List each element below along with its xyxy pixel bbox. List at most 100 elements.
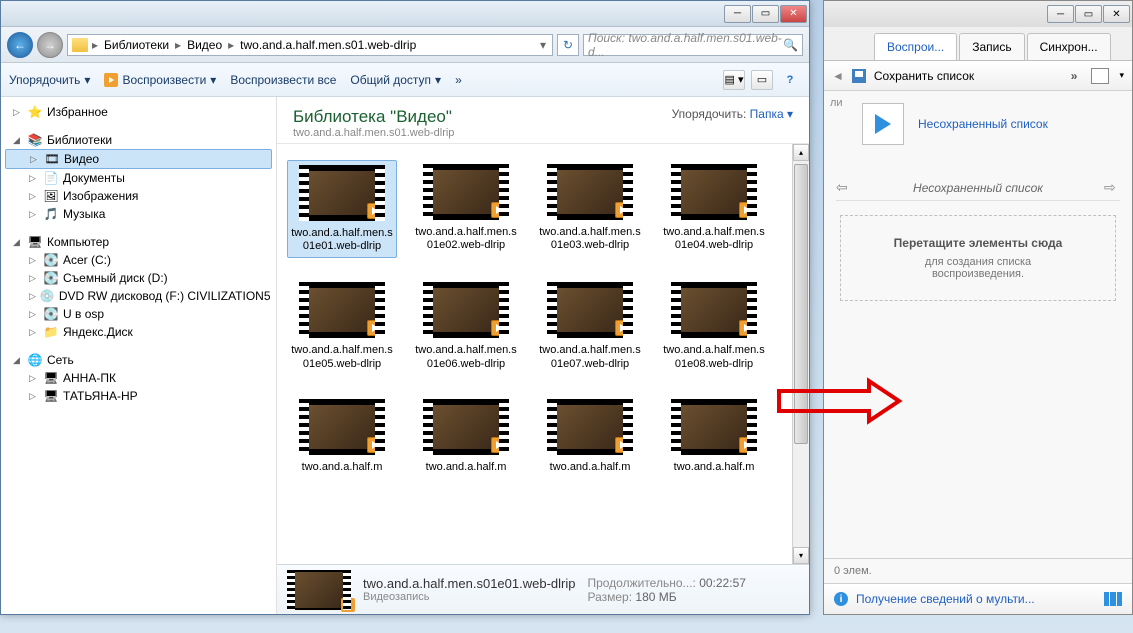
breadcrumb[interactable]: ▸ Библиотеки ▸ Видео ▸ two.and.a.half.me… bbox=[67, 34, 553, 56]
tree-video[interactable]: ▷🎞Видео bbox=[5, 149, 272, 169]
tree-documents[interactable]: ▷📄Документы bbox=[5, 169, 272, 187]
play-all-button[interactable]: Воспроизвести все bbox=[230, 73, 336, 87]
unsaved-list-link[interactable]: Несохраненный список bbox=[918, 117, 1048, 131]
save-icon bbox=[852, 69, 866, 83]
video-thumbnail bbox=[423, 164, 509, 220]
sort-control[interactable]: Упорядочить: Папка ▾ bbox=[672, 107, 793, 139]
more-button[interactable]: » bbox=[1071, 69, 1078, 83]
clear-list-button[interactable] bbox=[1091, 68, 1109, 84]
play-overlay-icon bbox=[615, 437, 631, 453]
maximize-button[interactable]: ▭ bbox=[752, 5, 779, 23]
player-footer: i Получение сведений о мульти... bbox=[824, 583, 1132, 614]
file-name: two.and.a.half.men.s01e04.web-dlrip bbox=[661, 226, 767, 252]
status-duration: 00:22:57 bbox=[699, 576, 746, 590]
video-thumbnail bbox=[671, 282, 757, 338]
file-name: two.and.a.half.men.s01e08.web-dlrip bbox=[661, 344, 767, 370]
scrollbar[interactable]: ▴ ▾ bbox=[792, 144, 809, 564]
file-item[interactable]: two.and.a.half.m bbox=[535, 395, 645, 478]
organize-button[interactable]: Упорядочить ▾ bbox=[9, 73, 90, 87]
preview-pane-button[interactable]: ▭ bbox=[751, 70, 773, 90]
scroll-thumb[interactable] bbox=[794, 164, 808, 444]
maximize-button[interactable]: ▭ bbox=[1075, 5, 1102, 23]
breadcrumb-seg[interactable]: two.and.a.half.men.s01.web-dlrip bbox=[238, 38, 418, 52]
view-button[interactable]: ▤ ▾ bbox=[723, 70, 745, 90]
file-item[interactable]: two.and.a.half.men.s01e01.web-dlrip bbox=[287, 160, 397, 258]
refresh-button[interactable]: ↻ bbox=[557, 34, 579, 56]
tree-drive[interactable]: ▷💽Съемный диск (D:) bbox=[5, 269, 272, 287]
forward-button[interactable]: → bbox=[37, 32, 63, 58]
tab-burn[interactable]: Запись bbox=[959, 33, 1024, 60]
tree-host[interactable]: ▷🖥ТАТЬЯНА-HP bbox=[5, 387, 272, 405]
next-list-button[interactable]: ⇨ bbox=[1104, 179, 1120, 196]
prev-button[interactable]: ◄ bbox=[832, 69, 844, 83]
file-item[interactable]: two.and.a.half.m bbox=[287, 395, 397, 478]
scroll-up-button[interactable]: ▴ bbox=[793, 144, 809, 161]
play-overlay-icon bbox=[739, 202, 755, 218]
file-name: two.and.a.half.m bbox=[289, 461, 395, 474]
status-bar: two.and.a.half.men.s01e01.web-dlrip Виде… bbox=[277, 564, 809, 614]
play-overlay-icon bbox=[739, 437, 755, 453]
library-subtitle: two.and.a.half.men.s01.web-dlrip bbox=[293, 127, 454, 139]
tree-drive[interactable]: ▷💽Acer (C:) bbox=[5, 251, 272, 269]
scroll-down-button[interactable]: ▾ bbox=[793, 547, 809, 564]
breadcrumb-seg[interactable]: Видео bbox=[185, 38, 224, 52]
library-header: Библиотека "Видео" two.and.a.half.men.s0… bbox=[277, 97, 809, 144]
tab-play[interactable]: Воспрои... bbox=[874, 33, 957, 60]
file-item[interactable]: two.and.a.half.men.s01e05.web-dlrip bbox=[287, 278, 397, 374]
breadcrumb-seg[interactable]: Библиотеки bbox=[102, 38, 171, 52]
tab-sync[interactable]: Синхрон... bbox=[1027, 33, 1111, 60]
tree-music[interactable]: ▷🎵Музыка bbox=[5, 205, 272, 223]
help-button[interactable]: ? bbox=[779, 70, 801, 90]
player-titlebar: ─ ▭ ✕ bbox=[824, 1, 1132, 27]
drive-icon: 💽 bbox=[43, 307, 59, 321]
tree-computer[interactable]: ◢🖥Компьютер bbox=[5, 233, 272, 251]
play-overlay-icon bbox=[491, 202, 507, 218]
play-overlay-icon bbox=[341, 598, 355, 612]
tree-host[interactable]: ▷🖥АННА-ПК bbox=[5, 369, 272, 387]
status-filename: two.and.a.half.men.s01e01.web-dlrip bbox=[363, 576, 575, 591]
file-item[interactable]: two.and.a.half.men.s01e02.web-dlrip bbox=[411, 160, 521, 258]
tree-network[interactable]: ◢🌐Сеть bbox=[5, 351, 272, 369]
file-name: two.and.a.half.men.s01e05.web-dlrip bbox=[289, 344, 395, 370]
search-placeholder: Поиск: two.and.a.half.men.s01.web-d... bbox=[588, 31, 783, 59]
back-button[interactable]: ← bbox=[7, 32, 33, 58]
tree-drive[interactable]: ▷💿DVD RW дисковод (F:) CIVILIZATION5 bbox=[5, 287, 272, 305]
explorer-window: ─ ▭ ✕ ← → ▸ Библиотеки ▸ Видео ▸ two.and… bbox=[0, 0, 810, 615]
status-size: 180 МБ bbox=[635, 590, 676, 604]
player-toolbar: ◄ Сохранить список » ▾ bbox=[824, 61, 1132, 91]
close-button[interactable]: ✕ bbox=[780, 5, 807, 23]
tree-pictures[interactable]: ▷🖼Изображения bbox=[5, 187, 272, 205]
file-item[interactable]: two.and.a.half.men.s01e04.web-dlrip bbox=[659, 160, 769, 258]
play-button[interactable]: Воспроизвести ▾ bbox=[104, 73, 216, 87]
status-filetype: Видеозапись bbox=[363, 591, 575, 603]
video-thumbnail bbox=[299, 282, 385, 338]
prev-list-button[interactable]: ⇦ bbox=[836, 179, 852, 196]
share-button[interactable]: Общий доступ ▾ bbox=[350, 73, 441, 87]
tree-drive[interactable]: ▷📁Яндекс.Диск bbox=[5, 323, 272, 341]
close-button[interactable]: ✕ bbox=[1103, 5, 1130, 23]
media-player-window: ─ ▭ ✕ Воспрои... Запись Синхрон... ◄ Сох… bbox=[823, 0, 1133, 615]
minimize-button[interactable]: ─ bbox=[724, 5, 751, 23]
file-item[interactable]: two.and.a.half.men.s01e08.web-dlrip bbox=[659, 278, 769, 374]
play-overlay-icon bbox=[615, 320, 631, 336]
status-thumbnail bbox=[287, 570, 351, 610]
playlist-dropzone[interactable]: Перетащите элементы сюда для создания сп… bbox=[840, 215, 1116, 301]
switch-view-button[interactable] bbox=[1104, 592, 1122, 606]
minimize-button[interactable]: ─ bbox=[1047, 5, 1074, 23]
file-item[interactable]: two.and.a.half.m bbox=[411, 395, 521, 478]
more-button[interactable]: » bbox=[455, 73, 462, 87]
file-item[interactable]: two.and.a.half.men.s01e03.web-dlrip bbox=[535, 160, 645, 258]
nav-bar: ← → ▸ Библиотеки ▸ Видео ▸ two.and.a.hal… bbox=[1, 27, 809, 63]
tree-libraries[interactable]: ◢📚Библиотеки bbox=[5, 131, 272, 149]
media-info-link[interactable]: Получение сведений о мульти... bbox=[856, 592, 1035, 606]
file-name: two.and.a.half.men.s01e03.web-dlrip bbox=[537, 226, 643, 252]
file-item[interactable]: two.and.a.half.men.s01e06.web-dlrip bbox=[411, 278, 521, 374]
tree-drive[interactable]: ▷💽U в osp bbox=[5, 305, 272, 323]
save-list-button[interactable]: Сохранить список bbox=[874, 69, 974, 83]
video-thumbnail bbox=[547, 164, 633, 220]
file-item[interactable]: two.and.a.half.men.s01e07.web-dlrip bbox=[535, 278, 645, 374]
file-item[interactable]: two.and.a.half.m bbox=[659, 395, 769, 478]
search-input[interactable]: Поиск: two.and.a.half.men.s01.web-d... 🔍 bbox=[583, 34, 803, 56]
tree-favorites[interactable]: ▷⭐Избранное bbox=[5, 103, 272, 121]
drive-icon: 💽 bbox=[43, 271, 59, 285]
